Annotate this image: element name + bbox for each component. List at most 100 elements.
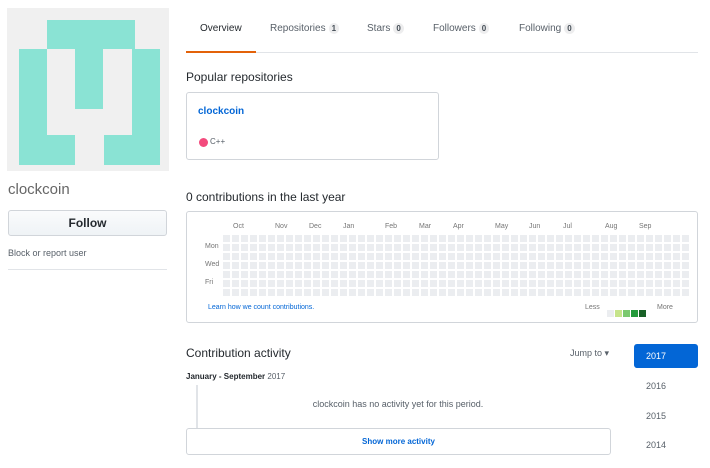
contribution-day-cell[interactable] xyxy=(322,235,329,242)
contribution-day-cell[interactable] xyxy=(520,253,527,260)
contribution-day-cell[interactable] xyxy=(286,271,293,278)
contribution-day-cell[interactable] xyxy=(619,235,626,242)
contribution-day-cell[interactable] xyxy=(610,262,617,269)
contribution-day-cell[interactable] xyxy=(385,262,392,269)
contribution-day-cell[interactable] xyxy=(610,271,617,278)
contribution-day-cell[interactable] xyxy=(529,271,536,278)
contribution-day-cell[interactable] xyxy=(313,262,320,269)
contribution-day-cell[interactable] xyxy=(295,253,302,260)
year-2017[interactable]: 2017 xyxy=(634,344,698,368)
contribution-day-cell[interactable] xyxy=(484,280,491,287)
contribution-day-cell[interactable] xyxy=(313,235,320,242)
contribution-day-cell[interactable] xyxy=(421,253,428,260)
contribution-day-cell[interactable] xyxy=(592,262,599,269)
contribution-day-cell[interactable] xyxy=(601,262,608,269)
contribution-day-cell[interactable] xyxy=(682,244,689,251)
contribution-day-cell[interactable] xyxy=(673,271,680,278)
contribution-day-cell[interactable] xyxy=(610,253,617,260)
contribution-day-cell[interactable] xyxy=(655,262,662,269)
contribution-day-cell[interactable] xyxy=(322,244,329,251)
contribution-day-cell[interactable] xyxy=(421,289,428,296)
contribution-day-cell[interactable] xyxy=(358,280,365,287)
contribution-day-cell[interactable] xyxy=(259,271,266,278)
contribution-day-cell[interactable] xyxy=(538,289,545,296)
contribution-day-cell[interactable] xyxy=(502,271,509,278)
contribution-day-cell[interactable] xyxy=(286,244,293,251)
contribution-day-cell[interactable] xyxy=(277,244,284,251)
contribution-day-cell[interactable] xyxy=(439,262,446,269)
contribution-day-cell[interactable] xyxy=(331,253,338,260)
contribution-day-cell[interactable] xyxy=(646,280,653,287)
tab-repositories[interactable]: Repositories 1 xyxy=(270,8,340,53)
contribution-day-cell[interactable] xyxy=(439,289,446,296)
contribution-day-cell[interactable] xyxy=(430,244,437,251)
contribution-day-cell[interactable] xyxy=(601,235,608,242)
jump-to-dropdown[interactable]: Jump to ▾ xyxy=(570,348,609,359)
contribution-day-cell[interactable] xyxy=(502,253,509,260)
contribution-day-cell[interactable] xyxy=(583,244,590,251)
contribution-day-cell[interactable] xyxy=(493,280,500,287)
contribution-day-cell[interactable] xyxy=(547,244,554,251)
contribution-day-cell[interactable] xyxy=(295,289,302,296)
contribution-day-cell[interactable] xyxy=(394,262,401,269)
contribution-day-cell[interactable] xyxy=(682,271,689,278)
contribution-day-cell[interactable] xyxy=(529,244,536,251)
contribution-day-cell[interactable] xyxy=(457,271,464,278)
contribution-day-cell[interactable] xyxy=(646,244,653,251)
contribution-day-cell[interactable] xyxy=(250,271,257,278)
contribution-day-cell[interactable] xyxy=(682,253,689,260)
contribution-day-cell[interactable] xyxy=(547,289,554,296)
contribution-day-cell[interactable] xyxy=(583,280,590,287)
contribution-day-cell[interactable] xyxy=(592,244,599,251)
contribution-day-cell[interactable] xyxy=(574,262,581,269)
contribution-day-cell[interactable] xyxy=(538,262,545,269)
contribution-day-cell[interactable] xyxy=(547,262,554,269)
contribution-day-cell[interactable] xyxy=(430,280,437,287)
contribution-day-cell[interactable] xyxy=(565,253,572,260)
contribution-day-cell[interactable] xyxy=(475,235,482,242)
contribution-day-cell[interactable] xyxy=(295,280,302,287)
contribution-day-cell[interactable] xyxy=(583,289,590,296)
contribution-day-cell[interactable] xyxy=(538,280,545,287)
show-more-activity-button[interactable]: Show more activity xyxy=(186,428,611,455)
contribution-day-cell[interactable] xyxy=(322,253,329,260)
contribution-day-cell[interactable] xyxy=(646,235,653,242)
contribution-day-cell[interactable] xyxy=(421,262,428,269)
contribution-day-cell[interactable] xyxy=(430,235,437,242)
contribution-day-cell[interactable] xyxy=(673,280,680,287)
contribution-day-cell[interactable] xyxy=(358,253,365,260)
contribution-day-cell[interactable] xyxy=(430,262,437,269)
contribution-day-cell[interactable] xyxy=(277,289,284,296)
contribution-day-cell[interactable] xyxy=(637,235,644,242)
contribution-day-cell[interactable] xyxy=(547,280,554,287)
contribution-day-cell[interactable] xyxy=(223,235,230,242)
contribution-day-cell[interactable] xyxy=(475,280,482,287)
contribution-day-cell[interactable] xyxy=(331,271,338,278)
contribution-day-cell[interactable] xyxy=(430,271,437,278)
contribution-day-cell[interactable] xyxy=(403,253,410,260)
contribution-day-cell[interactable] xyxy=(637,271,644,278)
contribution-day-cell[interactable] xyxy=(367,244,374,251)
contribution-day-cell[interactable] xyxy=(250,262,257,269)
contribution-day-cell[interactable] xyxy=(619,244,626,251)
contribution-day-cell[interactable] xyxy=(394,253,401,260)
contribution-day-cell[interactable] xyxy=(637,280,644,287)
contribution-day-cell[interactable] xyxy=(259,244,266,251)
contribution-day-cell[interactable] xyxy=(358,244,365,251)
contribution-day-cell[interactable] xyxy=(466,262,473,269)
contribution-day-cell[interactable] xyxy=(664,244,671,251)
contribution-day-cell[interactable] xyxy=(367,235,374,242)
tab-overview[interactable]: Overview xyxy=(186,8,256,53)
contribution-day-cell[interactable] xyxy=(376,244,383,251)
contribution-day-cell[interactable] xyxy=(295,235,302,242)
contribution-day-cell[interactable] xyxy=(637,262,644,269)
contribution-day-cell[interactable] xyxy=(412,262,419,269)
contribution-day-cell[interactable] xyxy=(349,271,356,278)
contribution-day-cell[interactable] xyxy=(556,271,563,278)
contribution-day-cell[interactable] xyxy=(232,289,239,296)
contribution-day-cell[interactable] xyxy=(430,253,437,260)
contribution-day-cell[interactable] xyxy=(673,244,680,251)
contribution-day-cell[interactable] xyxy=(511,244,518,251)
contribution-day-cell[interactable] xyxy=(313,253,320,260)
contribution-day-cell[interactable] xyxy=(403,262,410,269)
